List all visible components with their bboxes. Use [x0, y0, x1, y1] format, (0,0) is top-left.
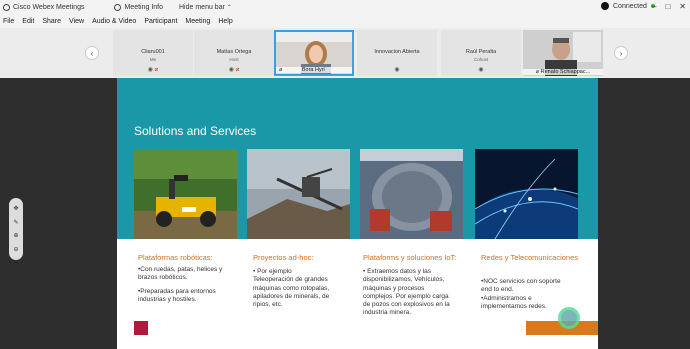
shared-content-area: ✥ ✎ ⊕ ⊖ Solutions and Services Plataform…: [0, 78, 690, 349]
slide-title: Solutions and Services: [134, 124, 257, 138]
menu-edit[interactable]: Edit: [22, 18, 34, 25]
camera-icon: ◉: [228, 67, 234, 73]
card-body-adhoc: • Por ejemplo Teleoperación de grandes m…: [253, 268, 330, 309]
card-title-robotic: Plataformas robóticas:: [138, 253, 213, 262]
annotate-icon[interactable]: ✎: [13, 219, 18, 226]
card-title-networks: Redes y Telecomunicaciones: [481, 253, 578, 262]
menu-share[interactable]: Share: [42, 18, 61, 25]
slide-decor-square: [134, 321, 148, 335]
menu-view[interactable]: View: [69, 18, 84, 25]
app-title: Cisco Webex Meetings: [3, 3, 84, 11]
card-title-iot: Plataforms y soluciones IoT:: [363, 253, 457, 262]
participant-tile[interactable]: Cliaru001 Me ◉ ⌀: [113, 30, 193, 76]
connection-status[interactable]: Connected: [601, 2, 655, 10]
menu-bar: File Edit Share View Audio & Video Parti…: [0, 14, 690, 28]
close-icon[interactable]: ✕: [679, 2, 686, 11]
participant-tile-video[interactable]: ⌀ Renato Schiappac...: [523, 30, 603, 76]
participant-tile[interactable]: Matías Ortega Host ◉ ⌀: [194, 30, 274, 76]
mic-icon: ⌀: [535, 69, 540, 75]
mic-muted-icon: ⌀: [235, 67, 240, 73]
pointer-cursor-icon: [558, 307, 580, 329]
camera-icon: ◉: [478, 67, 484, 73]
menu-help[interactable]: Help: [218, 18, 232, 25]
window-controls: – □ ✕: [652, 2, 686, 11]
zoom-in-icon[interactable]: ⊕: [13, 232, 18, 239]
chevron-left-icon[interactable]: ‹: [85, 46, 99, 60]
maximize-icon[interactable]: □: [665, 2, 670, 11]
minimize-icon[interactable]: –: [652, 2, 656, 11]
participant-tile[interactable]: Raúl Peralta Cohost ◉: [441, 30, 521, 76]
bucket-wheel-image: [247, 149, 350, 239]
chevron-up-icon: ⌃: [226, 4, 232, 11]
pointer-icon[interactable]: ✥: [13, 205, 18, 212]
participant-tile-video[interactable]: ⌀ Bora Hyri: [274, 30, 354, 76]
presentation-slide: Solutions and Services Plataformas robót…: [117, 78, 598, 349]
camera-icon: ◉: [394, 67, 400, 73]
mining-mill-image: [360, 149, 463, 239]
mic-icon: ⌀: [279, 67, 283, 73]
camera-icon: ◉: [147, 67, 153, 73]
card-body-networks: •NOC servicios con soporte end to end. •…: [481, 278, 561, 310]
title-bar: Cisco Webex Meetings Meeting Info Hide m…: [0, 0, 690, 14]
meeting-info-button[interactable]: Meeting Info: [114, 3, 163, 11]
network-globe-image: [475, 149, 578, 239]
chevron-right-icon[interactable]: ›: [614, 46, 628, 60]
webex-logo-icon: [3, 3, 10, 11]
participant-strip: ‹ Cliaru001 Me ◉ ⌀ Matías Ortega Host ◉ …: [0, 28, 690, 78]
participant-tile[interactable]: Innovacion Abierta ◉: [357, 30, 437, 76]
card-body-robotic: •Con ruedas, patas, helices y brazos rob…: [138, 266, 223, 303]
hide-menu-bar-button[interactable]: Hide menu bar ⌃: [179, 4, 232, 11]
menu-file[interactable]: File: [3, 18, 14, 25]
annotation-toolbar: ✥ ✎ ⊕ ⊖: [9, 198, 23, 260]
robot-platform-image: [134, 149, 237, 239]
menu-participant[interactable]: Participant: [144, 18, 177, 25]
card-title-adhoc: Proyectos ad-hoc:: [253, 253, 314, 262]
menu-meeting[interactable]: Meeting: [185, 18, 210, 25]
menu-audio-video[interactable]: Audio & Video: [92, 18, 136, 25]
zoom-out-icon[interactable]: ⊖: [13, 246, 18, 253]
info-icon: [114, 3, 122, 11]
card-body-iot: • Extraemos datos y las disponibilizamos…: [363, 268, 450, 317]
mic-muted-icon: ⌀: [154, 67, 159, 73]
connection-icon: [601, 2, 609, 10]
